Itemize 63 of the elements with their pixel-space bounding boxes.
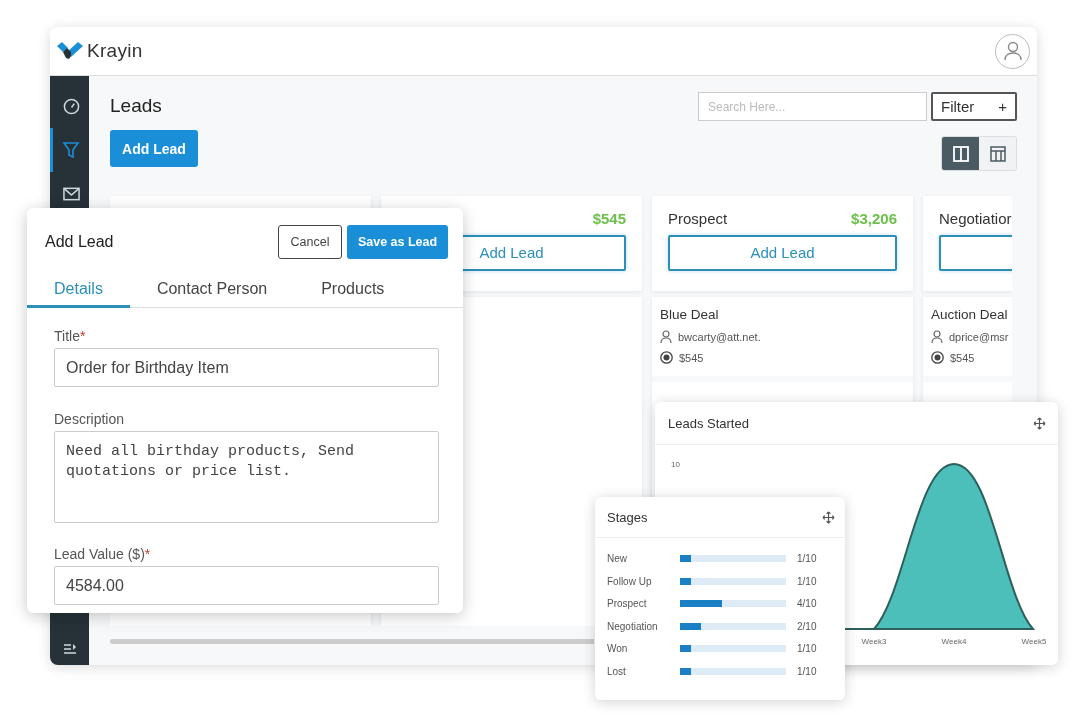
gauge-icon[interactable]: [62, 97, 80, 115]
scrollbar[interactable]: [110, 639, 594, 644]
lead-email: bwcarty@att.net.: [678, 330, 761, 343]
column-total: $3,206: [851, 210, 897, 228]
stage-count: 1/10: [797, 575, 818, 587]
dollar-icon: [931, 351, 944, 364]
stage-count: 2/10: [797, 620, 818, 632]
lead-email: dprice@msr: [949, 330, 1009, 343]
stage-name: Lost: [607, 665, 627, 677]
column-title: Negotiatior: [939, 210, 1012, 228]
axis-label: Week5: [1021, 637, 1047, 646]
brand-name: Krayin: [87, 40, 143, 62]
card-title: Stages: [607, 509, 648, 525]
axis-label: Week4: [941, 637, 967, 646]
dialog-title: Add Lead: [45, 233, 114, 251]
logo-icon: [57, 42, 83, 60]
column-title: Prospect: [668, 210, 728, 228]
column-total: $545: [592, 210, 626, 228]
card-title: Leads Started: [668, 415, 749, 431]
move-icon[interactable]: [822, 510, 835, 524]
stage-name: Won: [607, 643, 629, 655]
input-field[interactable]: Order for Birthday Item: [54, 348, 439, 387]
filter-button[interactable]: Filter +: [931, 92, 1017, 121]
move-icon[interactable]: [1033, 416, 1046, 430]
columns-icon: [952, 145, 969, 162]
axis-label: Week3: [861, 637, 887, 646]
filter-icon[interactable]: [62, 141, 80, 159]
field-label: Title*: [54, 328, 87, 344]
add-lead-button[interactable]: Add Lead: [110, 130, 198, 167]
cancel-button[interactable]: Cancel: [278, 225, 342, 259]
save-button[interactable]: Save as Lead: [347, 225, 448, 259]
stage-name: Follow Up: [607, 575, 653, 587]
lead-title: Blue Deal: [660, 307, 720, 322]
tab[interactable]: Details: [27, 273, 130, 308]
table-icon: [989, 145, 1006, 162]
collapse-icon[interactable]: [62, 643, 77, 655]
stage-count: 1/10: [797, 665, 818, 677]
columns-view-button[interactable]: [942, 137, 979, 170]
search-field[interactable]: Search Here...: [698, 92, 927, 121]
stage-name: Negotiation: [607, 620, 659, 632]
field-label: Lead Value ($)*: [54, 546, 152, 562]
stage-count: 1/10: [797, 643, 818, 655]
person-icon: [931, 330, 943, 343]
lead-title: Auction Deal: [931, 307, 1009, 322]
tab[interactable]: Contact Person: [129, 273, 295, 308]
avatar-icon[interactable]: [995, 33, 1030, 69]
stage-count: 4/10: [797, 598, 818, 610]
stage-name: Prospect: [607, 598, 648, 610]
dollar-icon: [660, 351, 673, 364]
lead-value: $545: [679, 351, 704, 364]
mail-icon[interactable]: [62, 187, 80, 201]
stage-name: New: [607, 553, 628, 565]
table-view-button[interactable]: [979, 137, 1016, 170]
input-field[interactable]: 4584.00: [54, 566, 439, 605]
field-label: Description: [54, 411, 126, 427]
lead-value: $545: [950, 351, 975, 364]
description-field[interactable]: Need all birthday products, Send quotations or price list.: [54, 431, 439, 523]
add-lead-button[interactable]: Add Lead: [668, 234, 897, 271]
page-title: Leads: [110, 95, 163, 117]
tab[interactable]: Products: [294, 273, 412, 308]
person-icon: [660, 330, 672, 343]
stage-count: 1/10: [797, 553, 818, 565]
axis-label: 10: [671, 460, 680, 469]
